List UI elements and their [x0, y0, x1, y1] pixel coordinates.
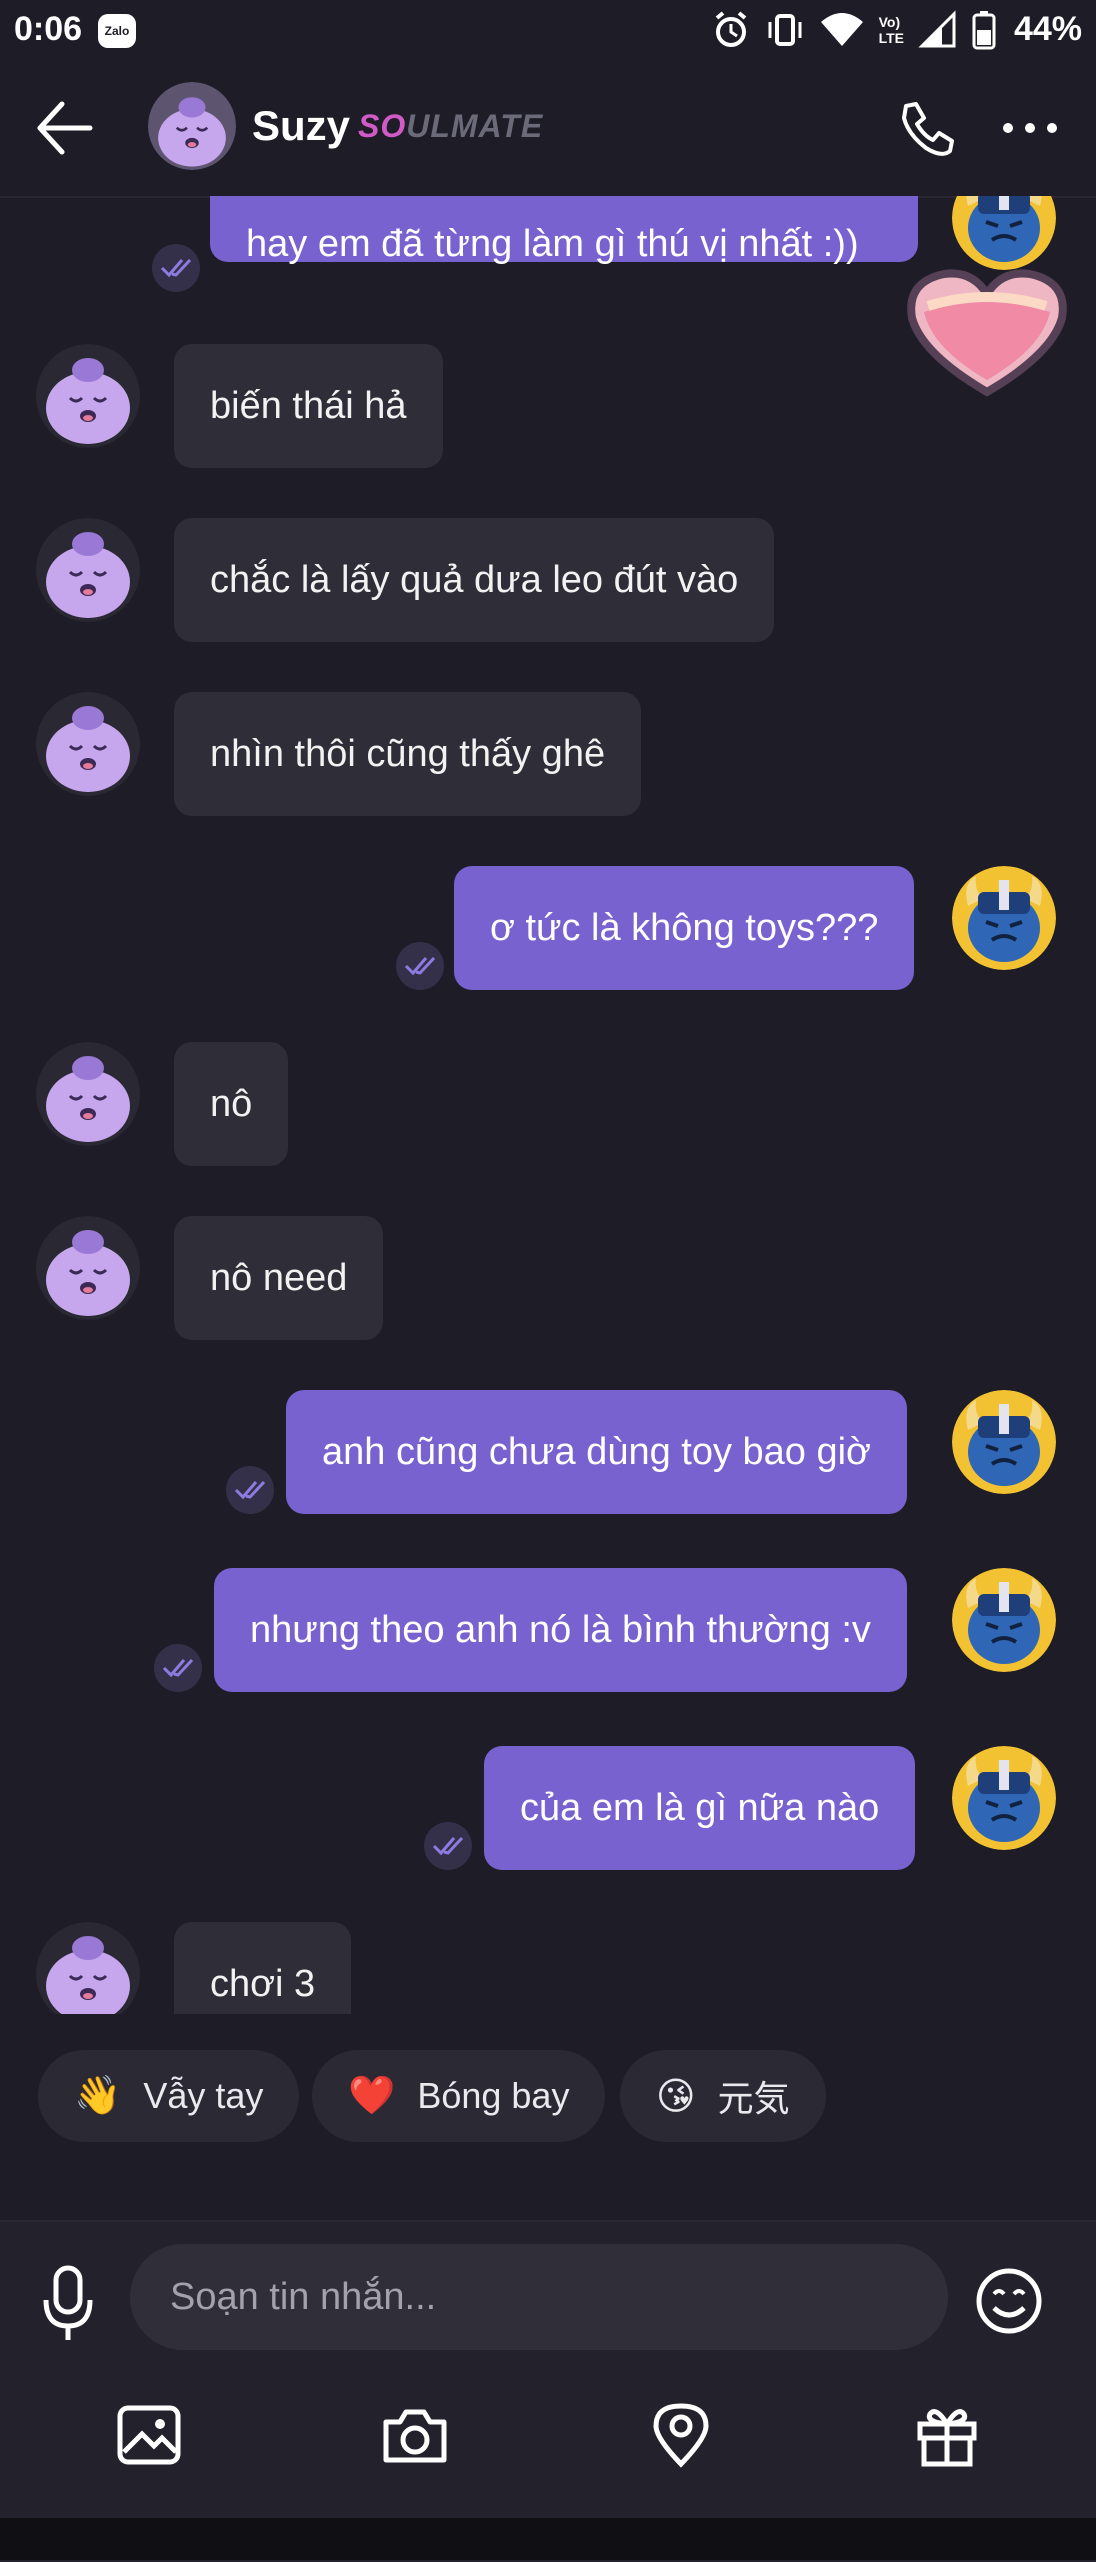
contact-avatar[interactable]: [36, 518, 140, 622]
message-bubble[interactable]: nô: [174, 1042, 289, 1166]
phone-icon[interactable]: [896, 100, 956, 160]
message-list[interactable]: hay em đã từng làm gì thú vị nhất :)) bi…: [0, 196, 1096, 2014]
message-bubble[interactable]: ơ tức là không toys???: [454, 866, 915, 990]
quick-replies: 👋 Vẫy tay ❤️ Bóng bay 😘 元気: [0, 2050, 1096, 2164]
contact-avatar[interactable]: [36, 344, 140, 448]
read-receipt-icon: [424, 1822, 472, 1870]
viking-avatar-icon: [952, 196, 1056, 270]
waving-hand-icon: 👋: [74, 2075, 122, 2117]
my-avatar[interactable]: [952, 196, 1056, 270]
viking-avatar-icon: [952, 1390, 1056, 1494]
read-receipt-icon: [154, 1644, 202, 1692]
quick-reply-balloon[interactable]: ❤️ Bóng bay: [312, 2050, 606, 2142]
message-bubble[interactable]: nhưng theo anh nó là bình thường :v: [214, 1568, 907, 1692]
my-avatar[interactable]: [952, 1746, 1056, 1850]
kissing-face-icon: 😘: [656, 2075, 696, 2118]
contact-name[interactable]: Suzy: [252, 102, 350, 150]
cat-avatar-icon: [36, 1216, 140, 1320]
battery-icon: [972, 11, 996, 50]
camera-icon[interactable]: [380, 2400, 450, 2470]
vibrate-icon: [768, 14, 802, 46]
contact-avatar[interactable]: [148, 82, 236, 170]
microphone-icon[interactable]: [38, 2264, 98, 2344]
message-bubble[interactable]: của em là gì nữa nào: [484, 1746, 916, 1870]
message-bubble[interactable]: chắc là lấy quả dưa leo đút vào: [174, 518, 775, 642]
composer: [0, 2220, 1096, 2562]
status-icons: Vo) LTE: [711, 10, 996, 50]
gift-icon[interactable]: [912, 2400, 982, 2470]
navigation-bar: [0, 2518, 1096, 2560]
location-pin-icon[interactable]: [646, 2400, 716, 2470]
heart-sticker[interactable]: [902, 262, 1072, 398]
message-bubble[interactable]: anh cũng chưa dùng toy bao giờ: [286, 1390, 907, 1514]
more-horizontal-icon[interactable]: [1000, 118, 1060, 138]
read-receipt-icon: [152, 244, 200, 292]
contact-avatar[interactable]: [36, 1042, 140, 1146]
message-bubble[interactable]: nô need: [174, 1216, 384, 1340]
heart-icon: [907, 269, 1067, 397]
cell-signal-icon: [918, 10, 956, 48]
contact-avatar[interactable]: [36, 1216, 140, 1320]
viking-avatar-icon: [952, 1568, 1056, 1672]
chat-header: Suzy SOULMATE: [0, 62, 1096, 198]
wifi-icon: [820, 13, 863, 46]
cat-avatar-icon: [36, 1042, 140, 1146]
cat-avatar-icon: [36, 344, 140, 448]
cat-avatar-icon: [36, 692, 140, 796]
alarm-icon: [715, 11, 746, 47]
status-time: 0:06: [14, 10, 83, 48]
battery-percent: 44%: [1013, 10, 1082, 48]
heart-icon: ❤️: [348, 2075, 396, 2117]
status-bar: 0:06 Zalo Vo) LTE 44%: [0, 0, 1096, 62]
message-bubble[interactable]: hay em đã từng làm gì thú vị nhất :)): [210, 196, 918, 265]
my-avatar[interactable]: [952, 866, 1056, 970]
quick-reply-wave[interactable]: 👋 Vẫy tay: [38, 2050, 300, 2142]
read-receipt-icon: [226, 1466, 274, 1514]
viking-avatar-icon: [952, 1746, 1056, 1850]
cat-avatar-icon: [36, 1922, 140, 2014]
volte-indicator: Vo) LTE: [878, 14, 904, 46]
quick-reply-genki[interactable]: 😘 元気: [620, 2050, 826, 2142]
my-avatar[interactable]: [952, 1390, 1056, 1494]
viking-avatar-icon: [952, 866, 1056, 970]
contact-avatar[interactable]: [36, 1922, 140, 2014]
message-bubble[interactable]: chơi 3: [174, 1922, 352, 2014]
smiley-icon[interactable]: [974, 2266, 1044, 2336]
message-bubble[interactable]: biến thái hả: [174, 344, 443, 468]
message-bubble[interactable]: nhìn thôi cũng thấy ghê: [174, 692, 642, 816]
cat-avatar-icon: [148, 82, 236, 170]
read-receipt-icon: [396, 942, 444, 990]
soulmate-badge: SOULMATE: [358, 108, 544, 144]
image-icon[interactable]: [114, 2400, 184, 2470]
arrow-left-icon[interactable]: [32, 98, 98, 158]
my-avatar[interactable]: [952, 1568, 1056, 1672]
zalo-notification-icon: Zalo: [98, 14, 136, 48]
message-input[interactable]: [130, 2244, 948, 2350]
cat-avatar-icon: [36, 518, 140, 622]
contact-avatar[interactable]: [36, 692, 140, 796]
